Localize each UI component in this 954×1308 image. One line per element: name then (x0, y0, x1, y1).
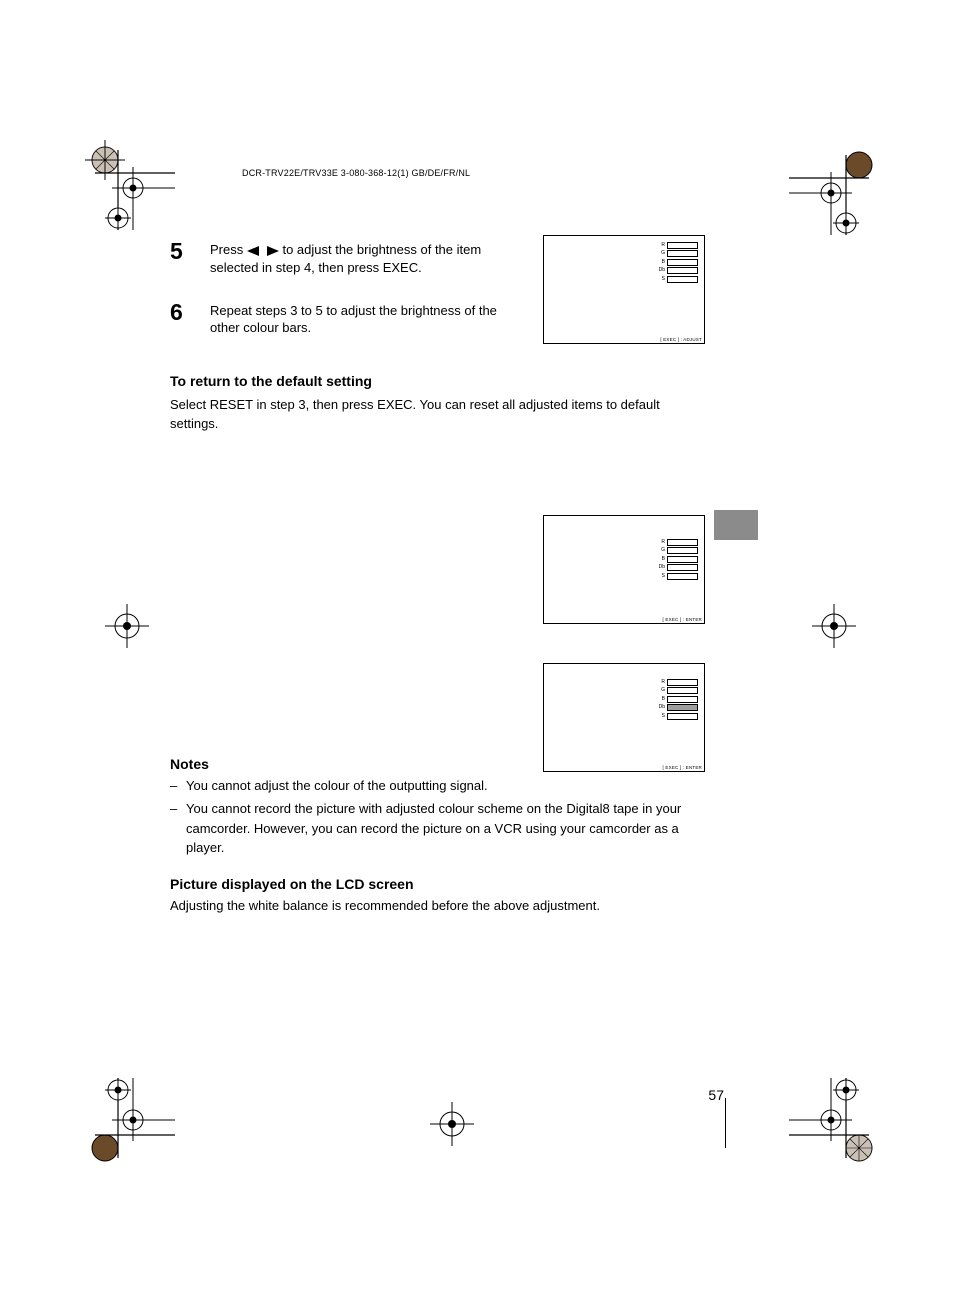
left-right-arrow-icon (247, 242, 279, 260)
meter-label: Db (658, 268, 665, 273)
meter-label: R (658, 243, 665, 248)
meter-label: B (658, 557, 665, 562)
target-mark-mid-right (812, 604, 856, 648)
screen-caption-3: [ EXEC ] : ENTER (663, 765, 702, 770)
page-number: 57 (708, 1087, 724, 1103)
registration-mark-bottom-right (789, 1078, 879, 1168)
step-5-prefix: Press (210, 242, 247, 257)
screen-caption-2: [ EXEC ] : ENTER (663, 617, 702, 622)
meter-label: Db (658, 565, 665, 570)
meter-label: R (658, 680, 665, 685)
reset-paragraph: Select RESET in step 3, then press EXEC.… (170, 395, 695, 434)
meter-label: S (658, 277, 665, 282)
page-header-text: DCR-TRV22E/TRV33E 3-080-368-12(1) GB/DE/… (242, 168, 470, 178)
screen-illustration-2: R G B Db S [ EXEC ] : ENTER (543, 515, 705, 624)
step-6-text: Repeat steps 3 to 5 to adjust the bright… (210, 299, 525, 337)
registration-mark-top-left (85, 140, 175, 230)
meter-label: Db (658, 705, 665, 710)
screen-illustration-1: R G B Db S [ EXEC ] : ADJUST (543, 235, 705, 344)
step-5-text: Press to adjust the brightness of the it… (210, 238, 525, 277)
screen-caption-1: [ EXEC ] : ADJUST (660, 337, 702, 342)
meter-label: S (658, 714, 665, 719)
step-number-6: 6 (170, 299, 183, 326)
lcd-heading: Picture displayed on the LCD screen (170, 876, 720, 892)
meter-label: G (658, 251, 665, 256)
note-item-1: You cannot adjust the colour of the outp… (170, 776, 720, 796)
meter-label: B (658, 697, 665, 702)
meter-label: R (658, 540, 665, 545)
meter-label: B (658, 260, 665, 265)
screen-illustration-3: R G B Db S [ EXEC ] : ENTER (543, 663, 705, 772)
reset-heading: To return to the default setting (170, 373, 720, 389)
meter-label: S (658, 574, 665, 579)
step-number-5: 5 (170, 238, 183, 265)
registration-mark-bottom-left (85, 1078, 175, 1168)
note-item-2: You cannot record the picture with adjus… (170, 799, 720, 858)
meter-label: G (658, 548, 665, 553)
page-edge-tab (714, 510, 758, 540)
target-mark-bottom-center (430, 1102, 474, 1146)
notes-list: You cannot adjust the colour of the outp… (170, 776, 720, 858)
target-mark-mid-left (105, 604, 149, 648)
cut-line (725, 1098, 726, 1148)
meter-label: G (658, 688, 665, 693)
lcd-paragraph: Adjusting the white balance is recommend… (170, 896, 695, 916)
registration-mark-top-right (789, 145, 879, 235)
